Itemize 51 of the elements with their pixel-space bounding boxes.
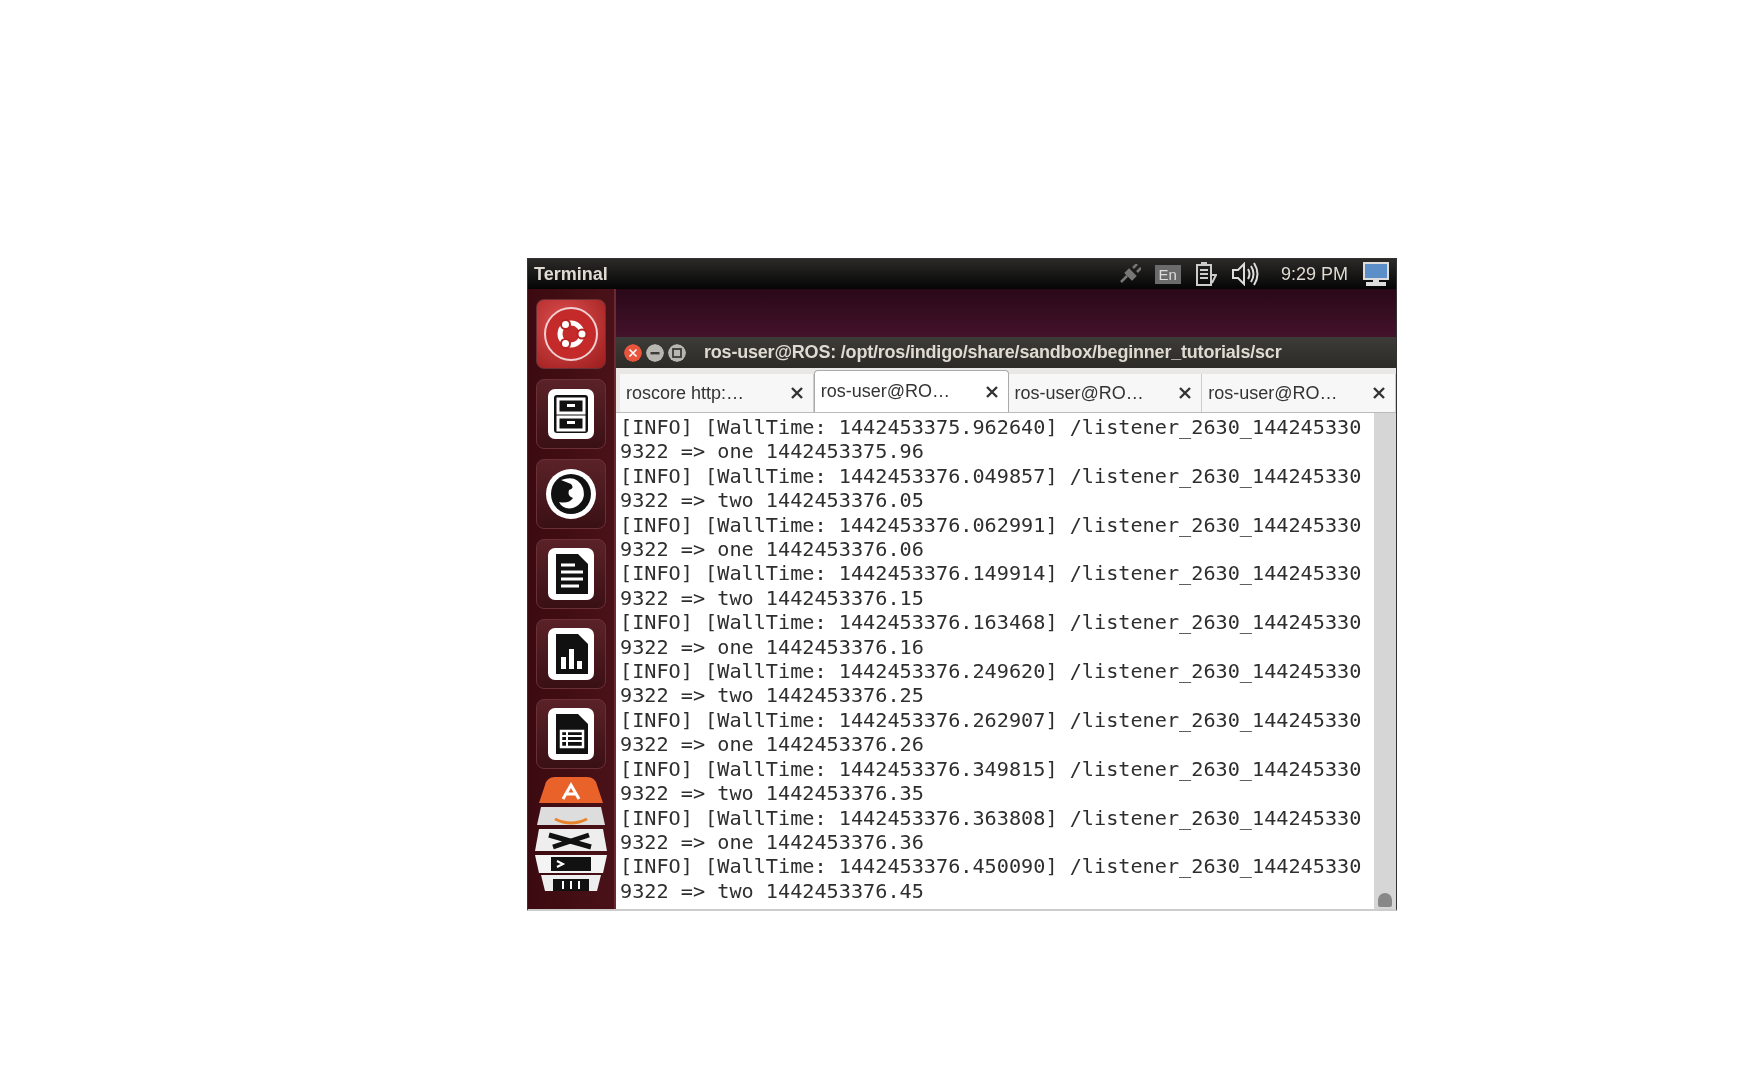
- plug-icon[interactable]: [1118, 264, 1141, 284]
- terminal-line: 9322 => two 1442453376.15: [620, 585, 924, 611]
- battery-icon[interactable]: [1194, 261, 1217, 287]
- terminal-line: [INFO] [WallTime: 1442453376.450090] /listener_2630_144245330: [620, 854, 1362, 879]
- terminal-line: [INFO] [WallTime: 1442453376.062991] /listener_2630_144245330: [620, 512, 1362, 538]
- window-title: ros-user@ROS: /opt/ros/indigo/share/sandbox/beginner_tutorials/scr: [704, 342, 1282, 363]
- terminal-line: 9322 => two 1442453376.05: [620, 488, 924, 513]
- terminal-line: 9322 => one 1442453376.26: [620, 732, 924, 757]
- scrollbar-thumb[interactable]: [1378, 893, 1392, 907]
- app-name: Terminal: [534, 263, 608, 285]
- close-icon[interactable]: [624, 343, 642, 362]
- list-document-icon: [545, 705, 597, 763]
- scrollbar[interactable]: [1374, 413, 1396, 909]
- terminal-line: 9322 => one 1442453376.16: [620, 634, 924, 660]
- speaker-volume-icon[interactable]: [1230, 262, 1259, 286]
- terminal-line: 9322 => two 1442453376.25: [620, 683, 924, 708]
- terminal-line: 9322 => two 1442453376.45: [620, 878, 924, 904]
- terminal-line: [INFO] [WallTime: 1442453376.149914] /listener_2630_144245330: [620, 561, 1362, 586]
- terminal-line: [INFO] [WallTime: 1442453375.962640] /listener_2630_144245330: [620, 415, 1362, 440]
- terminal-line: [INFO] [WallTime: 1442453376.349815] /listener_2630_144245330: [620, 756, 1362, 782]
- monitor-icon[interactable]: [1362, 261, 1390, 287]
- terminal-line: 9322 => one 1442453376.36: [620, 829, 924, 855]
- terminal-tab[interactable]: roscore http:…: [620, 374, 814, 412]
- minimize-icon[interactable]: [646, 343, 664, 362]
- clock[interactable]: 9:29 PM: [1280, 263, 1348, 285]
- file-cabinet-icon: [545, 386, 597, 442]
- terminal-tab[interactable]: ros-user@RO…: [1202, 374, 1396, 412]
- maximize-icon[interactable]: [668, 343, 686, 362]
- launcher-item[interactable]: [536, 539, 606, 609]
- terminal-line: 9322 => two 1442453376.35: [620, 781, 924, 806]
- launcher-item[interactable]: [536, 299, 606, 369]
- terminal-line: [INFO] [WallTime: 1442453376.262907] /listener_2630_144245330: [620, 707, 1362, 733]
- terminal-line: 9322 => one 1442453376.06: [620, 537, 924, 562]
- launcher-item[interactable]: [536, 699, 606, 769]
- keyboard-layout-indicator[interactable]: En: [1154, 264, 1181, 284]
- terminal-line: [INFO] [WallTime: 1442453376.163468] /listener_2630_144245330: [620, 610, 1362, 635]
- close-tab-icon[interactable]: [790, 387, 803, 399]
- launcher-item[interactable]: [536, 619, 606, 689]
- terminal-line: [INFO] [WallTime: 1442453376.249620] /listener_2630_144245330: [620, 659, 1362, 684]
- terminal-tab[interactable]: ros-user@RO…: [1008, 374, 1203, 412]
- chart-document-icon: [545, 625, 597, 683]
- launcher-item[interactable]: [536, 459, 606, 529]
- terminal-line: [INFO] [WallTime: 1442453376.049857] /listener_2630_144245330: [620, 463, 1362, 489]
- terminal-tab[interactable]: ros-user@RO…: [813, 370, 1009, 412]
- close-tab-icon[interactable]: [1373, 387, 1385, 399]
- close-tab-icon[interactable]: [1179, 387, 1192, 399]
- document-icon: [545, 545, 597, 603]
- terminal-line: [INFO] [WallTime: 1442453376.363808] /listener_2630_144245330: [620, 805, 1362, 830]
- close-tab-icon[interactable]: [985, 385, 998, 398]
- launcher-item[interactable]: [536, 379, 606, 449]
- terminal-line: 9322 => one 1442453375.96: [620, 439, 924, 464]
